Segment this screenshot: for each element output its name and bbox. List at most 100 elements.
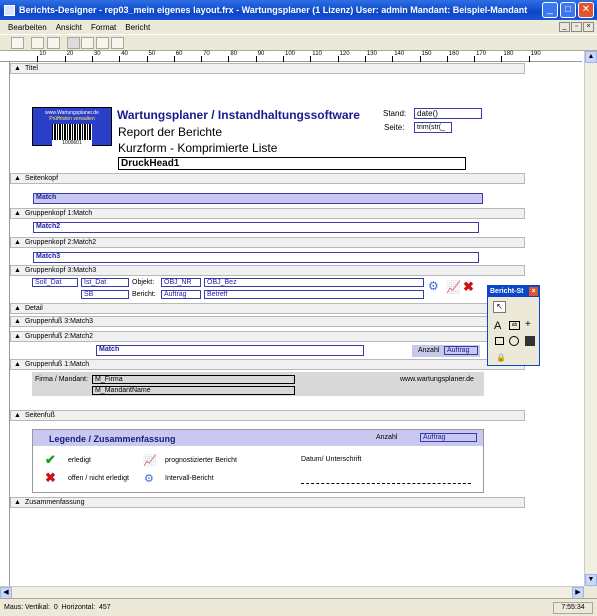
minimize-button[interactable]: _ [542,2,558,18]
report-subtitle: Kurzform - Komprimierte Liste [118,141,278,155]
menu-bearbeiten[interactable]: Bearbeiten [8,23,47,32]
report-title: Wartungsplaner / Instandhaltungssoftware [117,108,360,122]
firma-area: Firma / Mandant: M_Firma M_MandantName w… [32,372,484,396]
toolbox-close-icon[interactable]: × [529,287,538,296]
ruler-label: 120 [339,51,350,57]
obj-nr-field[interactable]: OBJ_NR [161,278,201,287]
barcode-icon [52,124,92,140]
seite-field[interactable]: trim(str(_ [414,122,452,133]
pointer-icon[interactable]: ↖ [493,301,506,313]
collapse-icon: ▲ [14,65,21,72]
menu-ansicht[interactable]: Ansicht [56,23,82,32]
ruler-label: 110 [312,51,322,57]
title-bar: Berichts-Designer - rep03_mein eigenes l… [0,0,597,20]
toolbar-button[interactable] [111,37,124,49]
vertical-scrollbar[interactable]: ▲ ▼ [584,51,597,586]
band-gk2[interactable]: ▲ Gruppenkopf 2:Match2 [10,237,525,248]
toolbar-button[interactable] [81,37,94,49]
mdi-close-button[interactable]: × [583,22,594,32]
vertikal-value: 0 [53,604,58,611]
label-tool-icon[interactable]: A [494,320,501,332]
image-tool-icon[interactable] [525,336,535,346]
check-icon: ✔ [45,452,56,467]
window-title: Berichts-Designer - rep03_mein eigenes l… [19,5,528,15]
match-field[interactable]: Match [33,193,483,204]
ruler-label: 10 [39,51,46,57]
ruler-label: 130 [366,51,377,57]
chart-icon: 📈 [446,280,461,294]
close-button[interactable]: ✕ [578,2,594,18]
band-seitenkopf[interactable]: ▲ Seitenkopf [10,173,525,184]
line-tool-icon[interactable]: + [525,319,531,330]
menu-bericht[interactable]: Bericht [125,23,150,32]
stand-field[interactable]: date() [414,108,482,119]
report-name: Report der Berichte [118,125,223,139]
ruler-label: 60 [175,51,183,57]
ruler-label: 50 [148,51,156,57]
sb-field[interactable]: SB [81,290,129,299]
soll-dat-field[interactable]: Soll_Dat [32,278,78,287]
cross-icon: ✖ [45,470,56,485]
band-gk1[interactable]: ▲ Gruppenkopf 1:Match [10,208,525,219]
druckhead-field[interactable]: DruckHead1 [118,157,466,170]
anzahl-box: Anzahl Auftrag [412,345,480,357]
ist-dat-field[interactable]: Ist_Dat [81,278,129,287]
clock: 7:55:34 [553,602,593,614]
ruler-label: 150 [421,51,432,57]
ellipse-tool-icon[interactable] [509,336,519,346]
ruler-label: 100 [285,51,296,57]
match3-field[interactable]: Match3 [33,252,479,263]
ruler-label: 80 [230,51,238,57]
band-gf3[interactable]: ▲ Gruppenfuß 3:Match3 [10,316,525,327]
status-bar: Maus: Vertikal: 0 Horizontal: 457 7:55:3… [0,598,597,616]
scroll-up-icon[interactable]: ▲ [585,51,597,63]
horizontal-value: 457 [98,604,111,611]
band-detail[interactable]: ▲ Detail [10,303,525,314]
ruler-label: 170 [476,51,487,57]
field-tool-icon[interactable]: ab [509,321,520,330]
betreff-field[interactable]: Betreff [204,290,424,299]
ruler-label: 90 [257,51,265,57]
band-gf1[interactable]: ▲ Gruppenfuß 1:Match [10,359,525,370]
horizontal-ruler: 10 20 30 40 50 60 70 80 90 100 110 120 130 140 150 160 1… [0,51,582,62]
toolbar-button[interactable] [96,37,109,49]
band-seitenfuss[interactable]: ▲ Seitenfuß [10,410,525,421]
mdi-minimize-button[interactable]: _ [559,22,570,32]
toolbar-button[interactable] [67,37,80,49]
toolbar-button[interactable] [31,37,44,49]
cross-icon: ✖ [463,279,474,294]
ruler-label: 20 [66,51,74,57]
toolbox-title: Bericht-St × [488,286,539,297]
band-gf2[interactable]: ▲ Gruppenfuß 2:Match2 [10,331,525,342]
interval-icon: ⚙ [428,279,439,293]
toolbar-button[interactable] [11,37,24,49]
menu-format[interactable]: Format [91,23,116,32]
rectangle-tool-icon[interactable] [495,337,504,345]
scroll-down-icon[interactable]: ▼ [585,574,597,586]
band-gk3[interactable]: ▲ Gruppenkopf 3:Match3 [10,265,525,276]
mdi-restore-button[interactable]: ▫ [571,22,582,32]
bericht-steuerung-toolbox[interactable]: Bericht-St × ↖ A ab + 🔒 [487,285,540,366]
chart-icon: 📈 [143,455,157,467]
toolbar-button[interactable] [47,37,60,49]
ruler-label: 190 [530,51,541,57]
toolbar [0,34,597,51]
legend-area: Legende / Zusammenfassung Anzahl Auftrag… [32,429,484,493]
horizontal-scrollbar[interactable]: ◀ ▶ [0,586,584,599]
match2-field[interactable]: Match2 [33,222,479,233]
vertical-ruler [0,62,10,586]
ruler-label: 30 [93,51,101,57]
obj-bez-field[interactable]: OBJ_Bez [204,278,424,287]
ruler-label: 70 [203,51,210,57]
ruler-label: 140 [394,51,405,57]
lock-icon[interactable]: 🔒 [496,353,506,362]
ruler-label: 160 [448,51,459,57]
app-icon [4,4,15,16]
auftrag-field[interactable]: Auftrag [161,290,201,299]
maximize-button[interactable]: □ [560,2,576,18]
band-zusammen[interactable]: ▲ Zusammenfassung [10,497,525,508]
match-field-gf2[interactable]: Match [96,345,364,356]
interval-icon: ⚙ [144,473,154,485]
band-titel[interactable]: ▲ Titel [10,63,525,74]
menu-bar: Bearbeiten Ansicht Format Bericht [0,20,597,34]
